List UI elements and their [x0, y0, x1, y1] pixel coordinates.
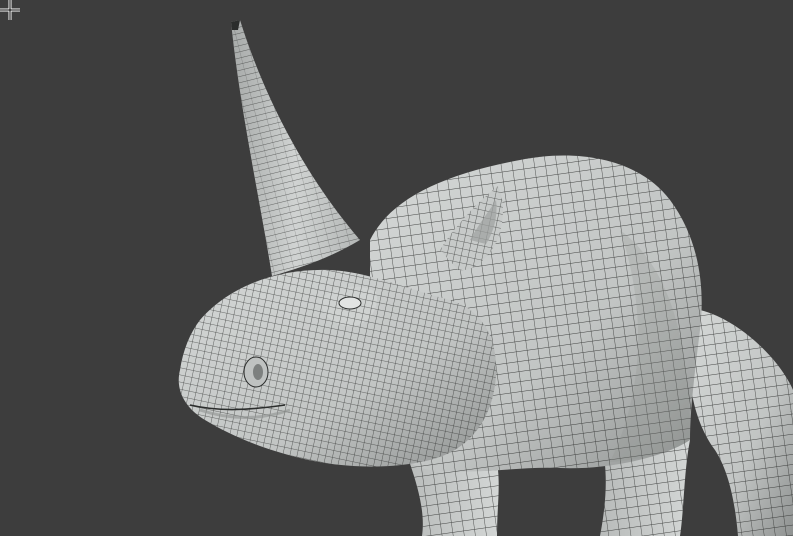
3d-viewport[interactable] [0, 0, 793, 536]
rhino-mesh-render[interactable] [0, 0, 793, 536]
rear-leg [690, 310, 793, 536]
horn [231, 20, 360, 276]
nostril [243, 356, 269, 388]
crosshair-cursor-icon [0, 0, 20, 20]
